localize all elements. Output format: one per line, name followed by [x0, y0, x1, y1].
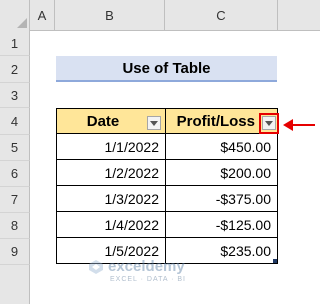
table-cell-profit-loss[interactable]: -$375.00 — [165, 186, 278, 212]
column-header-b[interactable]: B — [55, 0, 165, 31]
date-filter-dropdown-button[interactable] — [147, 116, 161, 130]
sheet-title[interactable]: Use of Table — [56, 56, 277, 82]
highlight-box — [259, 113, 279, 134]
watermark-tagline: EXCEL · DATA · BI — [110, 276, 186, 283]
row-header-5[interactable]: 5 — [0, 135, 30, 161]
row-header-7[interactable]: 7 — [0, 187, 30, 213]
exceldemy-logo-icon — [89, 259, 103, 274]
watermark: exceldemy — [88, 258, 185, 275]
table-cell-date[interactable]: 1/1/2022 — [56, 134, 166, 160]
row-header-8[interactable]: 8 — [0, 213, 30, 239]
column-header-a[interactable]: A — [30, 0, 55, 31]
pointer-arrow-icon — [283, 119, 293, 131]
table-header-profit-loss-label: Profit/Loss — [176, 112, 255, 130]
table-cell-profit-loss[interactable]: -$125.00 — [165, 212, 278, 238]
chevron-down-icon — [150, 120, 158, 126]
watermark-name: exceldemy — [108, 258, 185, 275]
row-header-9[interactable]: 9 — [0, 239, 30, 265]
row-header-3[interactable]: 3 — [0, 83, 30, 108]
row-header-1[interactable]: 1 — [0, 31, 30, 56]
row-header-2[interactable]: 2 — [0, 56, 30, 83]
table-cell-date[interactable]: 1/3/2022 — [56, 186, 166, 212]
row-header-filler — [0, 265, 30, 304]
table-cell-date[interactable]: 1/4/2022 — [56, 212, 166, 238]
column-header-c[interactable]: C — [165, 0, 278, 31]
table-resize-handle[interactable] — [273, 259, 277, 263]
table-header-date-label: Date — [86, 112, 120, 130]
select-all-triangle-icon — [17, 18, 27, 28]
table-cell-date[interactable]: 1/2/2022 — [56, 160, 166, 186]
table-cell-profit-loss[interactable]: $450.00 — [165, 134, 278, 160]
table-cell-profit-loss[interactable]: $200.00 — [165, 160, 278, 186]
row-header-6[interactable]: 6 — [0, 161, 30, 187]
row-header-4[interactable]: 4 — [0, 108, 30, 135]
